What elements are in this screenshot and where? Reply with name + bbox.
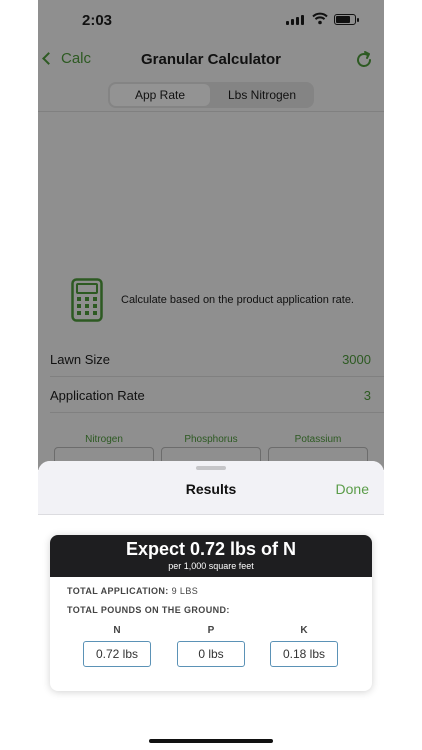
- calc-description: Calculate based on the product applicati…: [121, 294, 354, 306]
- phosphorus-label: Phosphorus: [184, 434, 238, 445]
- status-time: 2:03: [82, 12, 113, 29]
- dimmed-background-app: 2:03 Calc Granular Calculator App Rate L…: [38, 0, 384, 470]
- field-label: Application Rate: [50, 388, 145, 403]
- npk-value: 0.18 lbs: [270, 641, 338, 667]
- segment-lbs-nitrogen[interactable]: Lbs Nitrogen: [212, 84, 312, 106]
- total-application-value: 9 LBS: [171, 586, 199, 596]
- status-bar: 2:03: [38, 0, 384, 40]
- home-indicator[interactable]: [149, 739, 273, 743]
- done-button[interactable]: Done: [336, 481, 369, 497]
- sheet-grabber[interactable]: [196, 466, 226, 470]
- npk-value: 0.72 lbs: [83, 641, 151, 667]
- segment-app-rate[interactable]: App Rate: [110, 84, 210, 106]
- npk-label: K: [300, 625, 308, 636]
- potassium-label: Potassium: [294, 434, 342, 445]
- npk-label: N: [113, 625, 121, 636]
- lawn-size-input[interactable]: 3000: [342, 352, 371, 367]
- npk-k: K 0.18 lbs: [270, 625, 338, 667]
- phone-screen: 2:03 Calc Granular Calculator App Rate L…: [38, 0, 384, 750]
- total-application-label: TOTAL APPLICATION:: [67, 586, 169, 596]
- npk-label: P: [207, 625, 215, 636]
- result-subline: per 1,000 square feet: [168, 561, 254, 571]
- application-rate-input[interactable]: 3: [364, 388, 371, 403]
- battery-icon: [334, 14, 359, 25]
- result-headline: Expect 0.72 lbs of N: [125, 539, 297, 559]
- result-card: Expect 0.72 lbs of N per 1,000 square fe…: [50, 535, 372, 691]
- npk-value: 0 lbs: [177, 641, 245, 667]
- total-application: TOTAL APPLICATION: 9 LBS: [67, 586, 198, 596]
- result-header: Expect 0.72 lbs of N per 1,000 square fe…: [50, 535, 372, 577]
- page-title: Granular Calculator: [140, 51, 282, 68]
- field-row-lawn-size[interactable]: Lawn Size 3000: [38, 343, 384, 377]
- nitrogen-label: Nitrogen: [85, 434, 123, 445]
- results-sheet: Results Done Expect 0.72 lbs of N per 1,…: [38, 461, 384, 750]
- mode-segmented-control: App Rate Lbs Nitrogen: [108, 82, 314, 108]
- calculator-icon: [71, 278, 103, 327]
- navigation-bar: Calc Granular Calculator: [38, 44, 384, 80]
- refresh-icon[interactable]: [354, 50, 374, 75]
- npk-p: P 0 lbs: [177, 625, 245, 667]
- field-row-application-rate[interactable]: Application Rate 3: [38, 379, 384, 413]
- sheet-header: Results Done: [38, 461, 384, 515]
- divider: [38, 111, 384, 112]
- field-label: Lawn Size: [50, 352, 110, 367]
- sheet-title: Results: [185, 481, 237, 497]
- signal-icon: [286, 15, 304, 25]
- wifi-icon: [312, 12, 328, 30]
- npk-n: N 0.72 lbs: [83, 625, 151, 667]
- total-ground-label: TOTAL POUNDS ON THE GROUND:: [67, 605, 230, 615]
